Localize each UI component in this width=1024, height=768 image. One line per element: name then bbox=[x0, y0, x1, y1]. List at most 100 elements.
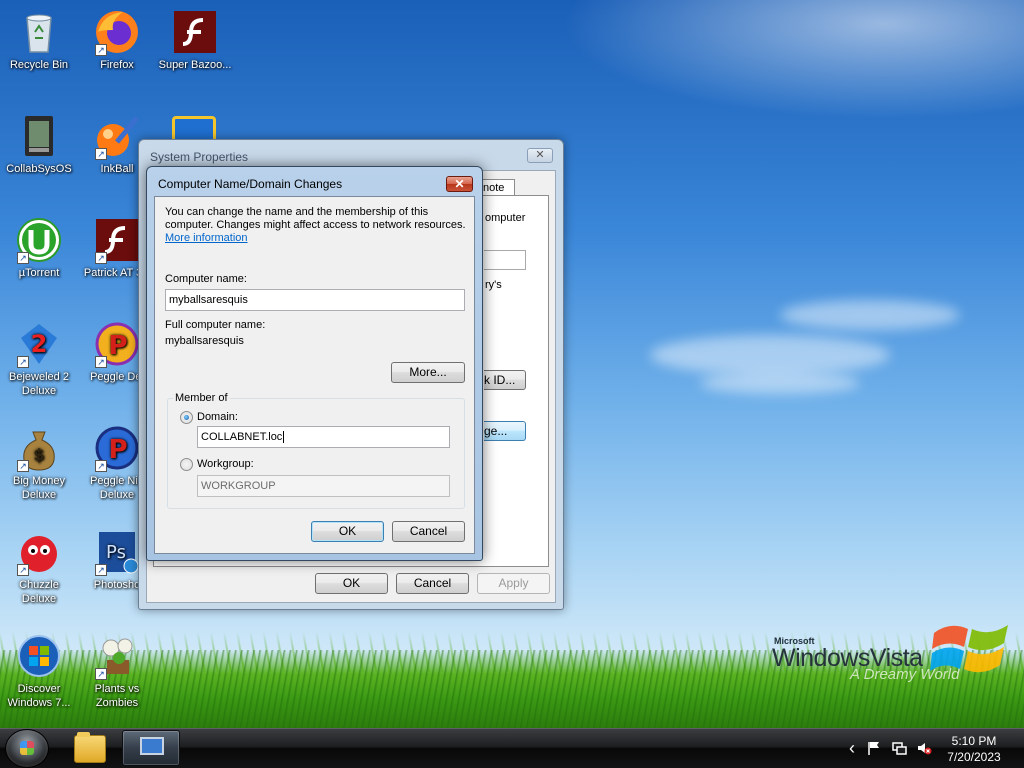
shortcut-arrow-icon: ↗ bbox=[95, 460, 107, 472]
window-title: System Properties bbox=[150, 150, 249, 164]
desktop-icon-label: Recycle Bin bbox=[9, 59, 69, 71]
svg-text:P: P bbox=[108, 435, 127, 465]
taskbar-item-system-properties[interactable] bbox=[122, 730, 180, 766]
taskbar-clock[interactable]: 5:10 PM 7/20/2023 bbox=[940, 733, 1008, 765]
desktop-icon-utorrent[interactable]: ↗ µTorrent bbox=[2, 216, 76, 280]
close-button[interactable]: ✕ bbox=[527, 148, 553, 163]
more-button[interactable]: More... bbox=[391, 362, 465, 383]
windows-explorer-icon[interactable] bbox=[74, 732, 106, 763]
dialog-client: You can change the name and the membersh… bbox=[154, 196, 475, 554]
workgroup-input[interactable]: WORKGROUP bbox=[197, 475, 450, 497]
desktop-icon-big-money[interactable]: $ ↗ Big Money Deluxe bbox=[2, 424, 76, 502]
shortcut-arrow-icon: ↗ bbox=[95, 148, 107, 160]
utorrent-icon: ↗ bbox=[15, 216, 63, 264]
shortcut-arrow-icon: ↗ bbox=[17, 356, 29, 368]
apply-button[interactable]: Apply bbox=[477, 573, 550, 594]
network-id-button[interactable]: k ID... bbox=[484, 370, 526, 390]
desktop-icon-label: CollabSysOS bbox=[6, 163, 72, 175]
collabsysos-icon bbox=[15, 112, 63, 160]
shortcut-arrow-icon: ↗ bbox=[17, 460, 29, 472]
peggle-icon: P ↗ bbox=[93, 320, 141, 368]
workgroup-label: Workgroup: bbox=[197, 458, 254, 470]
desktop-icon-label: Bejeweled 2 Deluxe bbox=[9, 371, 69, 397]
desktop-icon-bejeweled-2[interactable]: 2 ↗ Bejeweled 2 Deluxe bbox=[2, 320, 76, 398]
close-icon: ✕ bbox=[454, 177, 465, 191]
start-button[interactable] bbox=[5, 729, 49, 768]
workgroup-radio[interactable] bbox=[180, 458, 193, 471]
button-label: k ID... bbox=[484, 373, 516, 387]
partial-text: ry's bbox=[485, 279, 502, 291]
wallpaper-cloud bbox=[700, 372, 860, 394]
intro-text-line1: You can change the name and the membersh… bbox=[165, 206, 429, 218]
desktop-icon-label: Super Bazoo... bbox=[158, 59, 232, 71]
desktop-icon-firefox[interactable]: ↗ Firefox bbox=[80, 8, 154, 72]
firefox-icon: ↗ bbox=[93, 8, 141, 56]
text-cursor bbox=[283, 431, 285, 444]
monitor-icon bbox=[140, 737, 164, 755]
shortcut-arrow-icon: ↗ bbox=[95, 668, 107, 680]
windows-orb-icon bbox=[15, 632, 63, 680]
more-information-link[interactable]: More information bbox=[165, 232, 248, 244]
network-icon[interactable] bbox=[891, 740, 907, 756]
partial-text: omputer bbox=[485, 212, 526, 224]
svg-text:Ps: Ps bbox=[106, 542, 126, 563]
change-button[interactable]: ge... bbox=[484, 421, 526, 441]
partial-desktop-icon bbox=[172, 116, 216, 140]
action-center-flag-icon[interactable] bbox=[866, 740, 882, 756]
wallpaper-cloud bbox=[780, 300, 960, 330]
member-of-label: Member of bbox=[173, 392, 230, 404]
ok-button[interactable]: OK bbox=[311, 521, 384, 542]
money-bag-icon: $ ↗ bbox=[15, 424, 63, 472]
full-computer-name-label: Full computer name: bbox=[165, 319, 266, 331]
full-computer-name-value: myballsaresquis bbox=[165, 335, 244, 347]
clock-date: 7/20/2023 bbox=[947, 750, 1001, 764]
svg-text:P: P bbox=[108, 331, 127, 361]
shortcut-arrow-icon: ↗ bbox=[95, 564, 107, 576]
chuzzle-icon: ↗ bbox=[15, 528, 63, 576]
domain-label: Domain: bbox=[197, 411, 238, 423]
shortcut-arrow-icon: ↗ bbox=[17, 252, 29, 264]
shortcut-arrow-icon: ↗ bbox=[95, 252, 107, 264]
desktop-icon-discover-windows[interactable]: Discover Windows 7... bbox=[2, 632, 76, 710]
desktop-icon-label: Big Money Deluxe bbox=[13, 475, 65, 501]
desktop-icon-label: Peggle Del bbox=[90, 371, 144, 383]
wallpaper-cloud bbox=[650, 335, 890, 375]
clock-time: 5:10 PM bbox=[951, 734, 997, 748]
desktop-icon-recycle-bin[interactable]: Recycle Bin bbox=[2, 8, 76, 72]
tab-remote[interactable]: note bbox=[479, 179, 515, 196]
desktop-icon-label: Firefox bbox=[100, 59, 134, 71]
desktop-icon-label: InkBall bbox=[100, 163, 134, 175]
desktop-icon-label: Discover Windows 7... bbox=[7, 683, 71, 709]
domain-input[interactable]: COLLABNET.loc bbox=[197, 426, 450, 448]
close-button[interactable]: ✕ bbox=[446, 176, 473, 192]
cancel-button[interactable]: Cancel bbox=[392, 521, 465, 542]
shortcut-arrow-icon: ↗ bbox=[17, 564, 29, 576]
dialog-title: Computer Name/Domain Changes bbox=[158, 177, 343, 191]
desktop-icon-super-bazooka[interactable]: Super Bazoo... bbox=[158, 8, 232, 72]
computer-name-input[interactable]: myballsaresquis bbox=[165, 289, 465, 311]
desktop-icon-chuzzle[interactable]: ↗ Chuzzle Deluxe bbox=[2, 528, 76, 606]
volume-muted-icon[interactable] bbox=[916, 740, 932, 756]
cancel-button[interactable]: Cancel bbox=[396, 573, 469, 594]
bejeweled-icon: 2 ↗ bbox=[15, 320, 63, 368]
desktop-icon-collabsysos[interactable]: CollabSysOS bbox=[2, 112, 76, 176]
flash-icon: ↗ bbox=[93, 216, 141, 264]
show-hidden-icons-chevron[interactable]: ‹ bbox=[844, 739, 860, 757]
ok-button[interactable]: OK bbox=[315, 573, 388, 594]
plants-vs-zombies-icon: ↗ bbox=[93, 632, 141, 680]
desktop-icon-label: µTorrent bbox=[18, 267, 60, 279]
wallpaper-sky-glow bbox=[560, 0, 1024, 120]
shortcut-arrow-icon: ↗ bbox=[95, 44, 107, 56]
domain-radio[interactable] bbox=[180, 411, 193, 424]
recycle-bin-icon bbox=[15, 8, 63, 56]
flash-icon bbox=[171, 8, 219, 56]
domain-input-value: COLLABNET.loc bbox=[201, 431, 283, 443]
partial-textbox bbox=[484, 250, 526, 270]
desktop-icon-label: Peggle Nig Deluxe bbox=[90, 475, 144, 501]
desktop-icon-label: Plants vs Zombies bbox=[94, 683, 140, 709]
computer-name-label: Computer name: bbox=[165, 273, 247, 285]
peggle-nights-icon: P ↗ bbox=[93, 424, 141, 472]
svg-text:2: 2 bbox=[31, 330, 48, 358]
shortcut-arrow-icon: ↗ bbox=[95, 356, 107, 368]
desktop-icon-plants-vs-zombies[interactable]: ↗ Plants vs Zombies bbox=[80, 632, 154, 710]
